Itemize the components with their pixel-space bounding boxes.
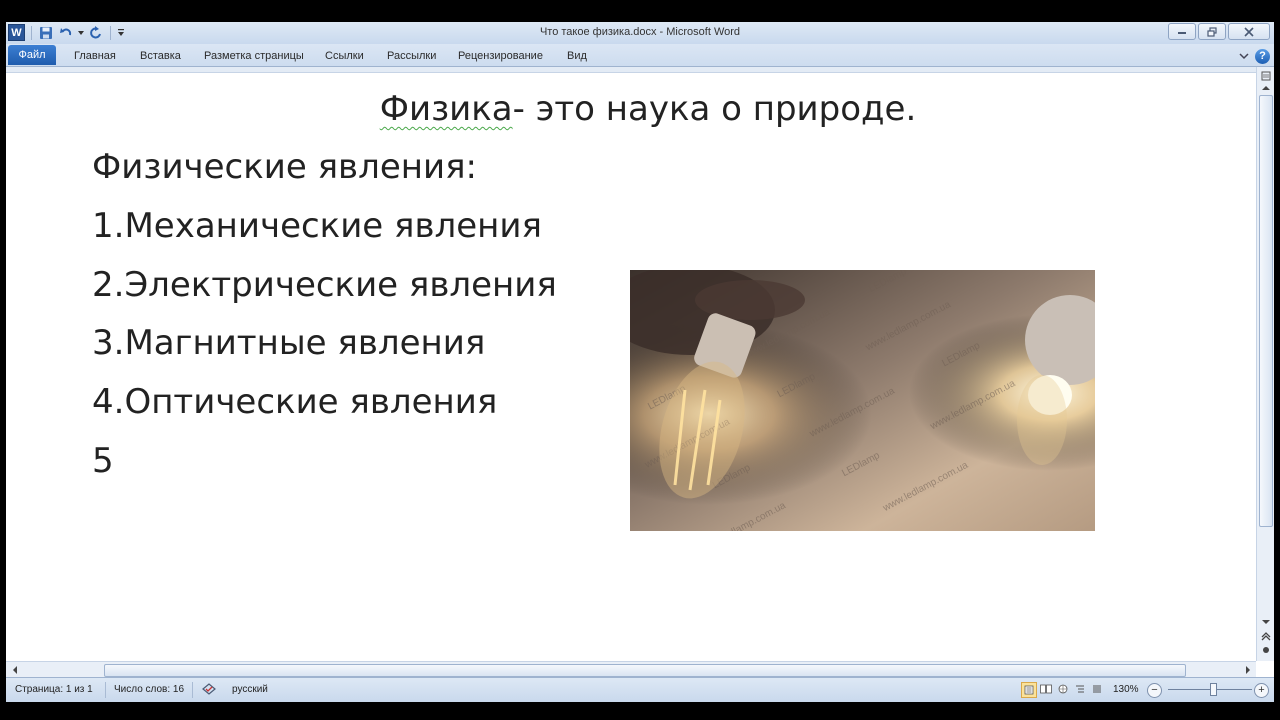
close-button[interactable] <box>1228 23 1270 40</box>
tab-view[interactable]: Вид <box>561 47 593 65</box>
list-item: 5 <box>92 441 114 481</box>
tab-home[interactable]: Главная <box>68 47 122 65</box>
draft-view-icon[interactable] <box>1090 682 1104 696</box>
minimize-button[interactable] <box>1168 23 1196 40</box>
language[interactable]: русский <box>232 684 268 695</box>
browse-object-icon[interactable] <box>1259 643 1272 656</box>
window-title: Что такое физика.docx - Microsoft Word <box>539 26 741 38</box>
horizontal-scrollbar[interactable] <box>6 661 1256 678</box>
document-page[interactable]: Физика- это наука о природе. Физические … <box>6 73 1256 661</box>
proofing-icon[interactable] <box>202 682 216 696</box>
previous-page-icon[interactable] <box>1259 629 1272 642</box>
title-rest: - это наука о природе. <box>512 89 917 129</box>
list-item: 2.Электрические явления <box>92 265 557 305</box>
help-area: ? <box>1239 47 1270 65</box>
restore-button[interactable] <box>1198 23 1226 40</box>
window-controls <box>1168 23 1270 40</box>
print-layout-icon[interactable] <box>1021 682 1037 698</box>
horizontal-scroll-thumb[interactable] <box>104 664 1186 677</box>
outline-view-icon[interactable] <box>1073 682 1087 696</box>
tab-insert[interactable]: Вставка <box>134 47 187 65</box>
list-item: 4.Оптические явления <box>92 382 498 422</box>
scroll-down-icon[interactable] <box>1259 615 1272 628</box>
scroll-up-icon[interactable] <box>1259 81 1272 94</box>
light-bulb-photo[interactable]: LEDlamp www.ledlamp.com.ua LEDlamp www.l… <box>630 270 1095 531</box>
tab-review[interactable]: Рецензирование <box>452 47 549 65</box>
status-separator <box>105 682 106 698</box>
help-icon[interactable]: ? <box>1255 48 1270 64</box>
page-count[interactable]: Страница: 1 из 1 <box>15 684 93 695</box>
word-count[interactable]: Число слов: 16 <box>114 684 184 695</box>
web-layout-icon[interactable] <box>1056 682 1070 696</box>
status-bar: Страница: 1 из 1 Число слов: 16 русский … <box>6 677 1274 702</box>
tab-references[interactable]: Ссылки <box>319 47 370 65</box>
ribbon-tabs: Файл Главная Вставка Разметка страницы С… <box>6 44 1274 67</box>
list-item: 1.Механические явления <box>92 206 542 246</box>
taskbar-strip <box>0 702 1280 720</box>
zoom-out-icon[interactable]: − <box>1147 683 1162 698</box>
phenomena-heading: Физические явления: <box>92 147 477 187</box>
list-item: 3.Магнитные явления <box>92 323 486 363</box>
zoom-in-icon[interactable]: + <box>1254 683 1269 698</box>
tab-file[interactable]: Файл <box>8 45 56 65</box>
vertical-scrollbar[interactable] <box>1256 67 1274 661</box>
title-word-physics: Физика <box>379 89 513 129</box>
zoom-slider-knob[interactable] <box>1210 683 1217 696</box>
scroll-right-icon[interactable] <box>1242 664 1254 676</box>
zoom-level[interactable]: 130% <box>1113 684 1139 695</box>
ribbon-collapse-icon[interactable] <box>1239 47 1249 65</box>
tab-page-layout[interactable]: Разметка страницы <box>198 47 310 65</box>
full-screen-reading-icon[interactable] <box>1039 682 1053 696</box>
status-separator <box>192 682 193 698</box>
word-window: W Что такое физика.docx - Microsoft Word <box>6 22 1274 702</box>
scroll-left-icon[interactable] <box>9 664 21 676</box>
vertical-scroll-thumb[interactable] <box>1259 95 1273 527</box>
document-title: Физика- это наука о природе. <box>6 89 1274 129</box>
tab-mailings[interactable]: Рассылки <box>381 47 442 65</box>
title-bar: W Что такое физика.docx - Microsoft Word <box>6 22 1274 45</box>
